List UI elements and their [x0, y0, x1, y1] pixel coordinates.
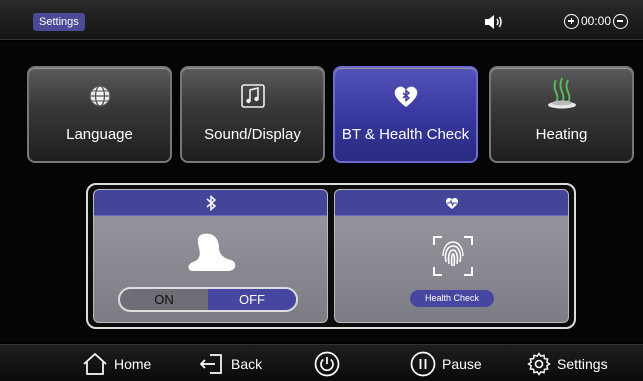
settings-panel: ON OFF Health Check	[86, 183, 576, 329]
health-card-header	[335, 190, 568, 216]
power-icon	[314, 351, 340, 377]
tab-sound-display-label: Sound/Display	[204, 126, 301, 143]
back-label: Back	[231, 356, 263, 372]
tab-bt-health-check-label: BT & Health Check	[341, 126, 470, 143]
home-icon	[83, 352, 107, 375]
power-button[interactable]	[314, 349, 340, 379]
tab-bt-health-check[interactable]: BT & Health Check	[333, 66, 478, 163]
pause-icon	[410, 351, 436, 377]
gear-icon	[527, 352, 551, 376]
massage-chair-icon	[188, 233, 236, 271]
page-title: Settings	[33, 13, 85, 31]
speaker-icon[interactable]	[483, 12, 505, 32]
music-note-icon	[240, 84, 265, 108]
health-check-card: Health Check	[334, 189, 569, 323]
heating-icon	[547, 77, 576, 109]
bluetooth-card-header	[94, 190, 327, 216]
pause-label: Pause	[442, 356, 482, 372]
top-bar: Settings 00:00	[0, 0, 643, 40]
tab-language[interactable]: Language	[27, 66, 172, 163]
tab-language-label: Language	[66, 126, 133, 143]
tab-sound-display[interactable]: Sound/Display	[180, 66, 325, 163]
fingerprint-icon	[433, 236, 473, 276]
bluetooth-icon	[206, 194, 216, 211]
settings-button[interactable]: Settings	[527, 349, 608, 379]
tab-heating[interactable]: Heating	[489, 66, 634, 163]
heartbeat-icon	[445, 197, 458, 209]
bluetooth-toggle[interactable]: ON OFF	[118, 287, 298, 312]
back-icon	[199, 354, 222, 374]
home-label: Home	[114, 356, 152, 372]
timer-control: 00:00	[564, 10, 629, 32]
timer-value: 00:00	[581, 14, 612, 28]
settings-label: Settings	[557, 356, 608, 372]
bluetooth-on-option[interactable]: ON	[120, 289, 208, 310]
bottom-nav-bar: Home Back Pause Settings	[0, 344, 643, 381]
pause-button[interactable]: Pause	[410, 349, 482, 379]
bluetooth-off-option[interactable]: OFF	[208, 289, 296, 310]
back-button[interactable]: Back	[199, 349, 262, 379]
globe-icon	[88, 85, 111, 107]
timer-plus-button[interactable]	[564, 13, 579, 29]
health-check-button[interactable]: Health Check	[410, 290, 494, 307]
heart-bluetooth-icon	[394, 86, 417, 107]
tab-heating-label: Heating	[535, 126, 588, 143]
bluetooth-card: ON OFF	[93, 189, 328, 323]
timer-minus-button[interactable]	[613, 13, 629, 29]
home-button[interactable]: Home	[82, 349, 151, 379]
main-area: Language Sound/Display BT & Health Check…	[0, 41, 643, 343]
